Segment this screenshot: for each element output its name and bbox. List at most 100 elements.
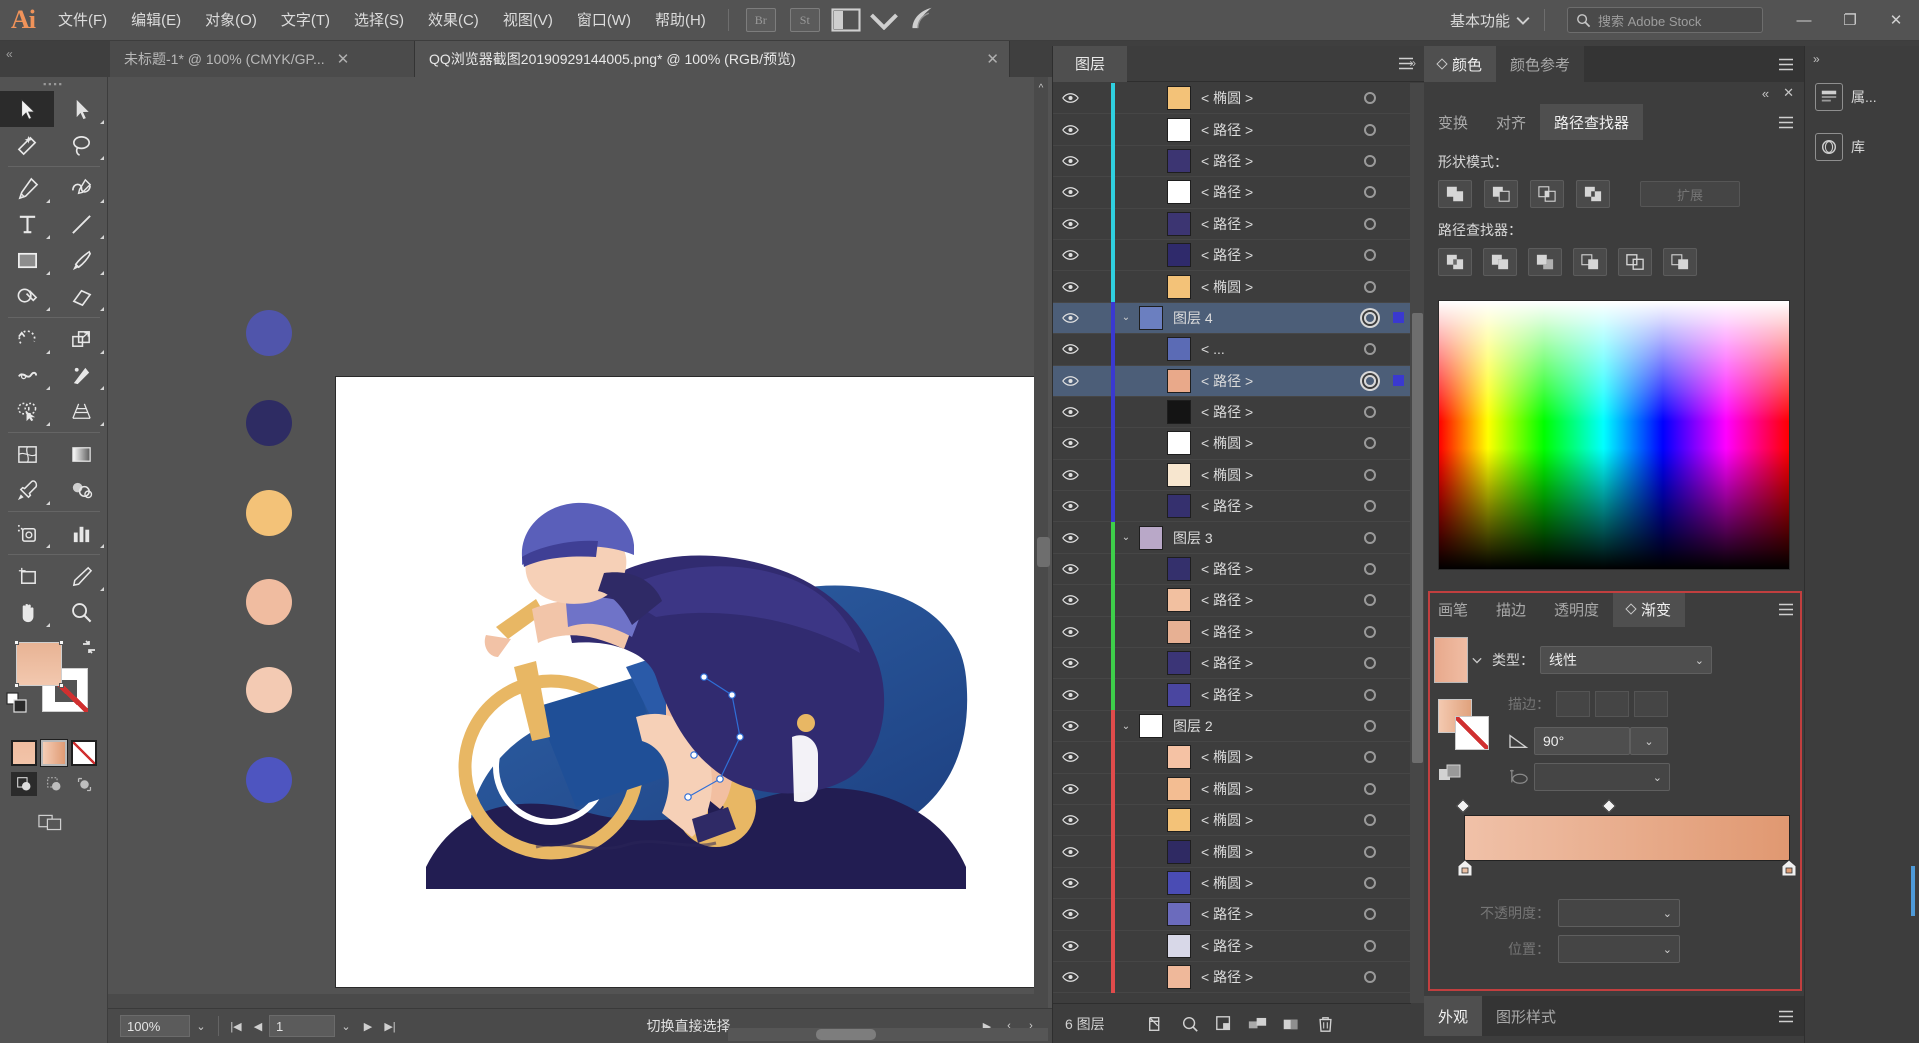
gradient-slider[interactable] bbox=[1455, 798, 1817, 877]
gradient-panel-menu-icon[interactable] bbox=[1778, 603, 1794, 616]
layer-target-indicator[interactable] bbox=[1355, 908, 1385, 921]
layer-name[interactable]: < 路径 > bbox=[1191, 182, 1355, 202]
layers-scrollbar-thumb[interactable] bbox=[1412, 313, 1423, 763]
menu-object[interactable]: 对象(O) bbox=[193, 0, 269, 41]
rotate-tool[interactable] bbox=[0, 321, 54, 357]
color-panel-menu-icon[interactable] bbox=[1778, 58, 1794, 71]
chevron-down-icon[interactable] bbox=[869, 7, 899, 33]
layer-row[interactable]: < 椭圆 > bbox=[1053, 270, 1411, 303]
layer-visibility-toggle[interactable] bbox=[1053, 689, 1087, 701]
gradient-opacity-input[interactable]: ⌄ bbox=[1558, 899, 1680, 927]
layer-visibility-toggle[interactable] bbox=[1053, 281, 1087, 293]
color-spectrum-gradient[interactable] bbox=[1439, 301, 1789, 569]
tab-brushes[interactable]: 画笔 bbox=[1424, 591, 1483, 627]
layer-name[interactable]: < ... bbox=[1191, 341, 1355, 357]
gradient-aspect-input[interactable]: ⌄ bbox=[1534, 763, 1670, 791]
layer-name[interactable]: < 路径 > bbox=[1191, 622, 1355, 642]
unite-icon[interactable] bbox=[1438, 180, 1472, 208]
layer-visibility-toggle[interactable] bbox=[1053, 626, 1087, 638]
document-tab-1-close-icon[interactable]: ✕ bbox=[337, 50, 350, 68]
panel-collapse-icon[interactable]: « bbox=[1762, 86, 1769, 101]
layer-target-indicator[interactable] bbox=[1355, 186, 1385, 199]
layer-name[interactable]: 图层 3 bbox=[1163, 528, 1355, 548]
layers-collapse-icon[interactable]: » bbox=[1409, 56, 1416, 70]
layer-name[interactable]: < 椭圆 > bbox=[1191, 842, 1355, 862]
layer-name[interactable]: < 路径 > bbox=[1191, 590, 1355, 610]
layer-target-indicator[interactable] bbox=[1355, 311, 1385, 324]
artboard-tool[interactable] bbox=[0, 558, 54, 594]
layer-visibility-toggle[interactable] bbox=[1053, 155, 1087, 167]
dock-item-properties[interactable]: 属... bbox=[1805, 72, 1919, 122]
first-page-icon[interactable]: |◀ bbox=[225, 1015, 247, 1037]
color-mode-gradient[interactable] bbox=[40, 739, 68, 767]
create-sublayer-icon[interactable] bbox=[1241, 1009, 1275, 1039]
make-clipping-mask-icon[interactable] bbox=[1207, 1009, 1241, 1039]
layer-visibility-toggle[interactable] bbox=[1053, 594, 1087, 606]
layer-row[interactable]: < 路径 > bbox=[1053, 113, 1411, 146]
menu-edit[interactable]: 编辑(E) bbox=[119, 0, 193, 41]
menu-view[interactable]: 视图(V) bbox=[491, 0, 565, 41]
layer-row[interactable]: < 路径 > bbox=[1053, 898, 1411, 931]
lasso-tool[interactable] bbox=[54, 127, 108, 163]
layer-row[interactable]: < 椭圆 > bbox=[1053, 427, 1411, 460]
layer-visibility-toggle[interactable] bbox=[1053, 406, 1087, 418]
locate-object-icon[interactable] bbox=[1139, 1009, 1173, 1039]
selection-tool[interactable] bbox=[0, 91, 54, 127]
fill-color-swatch[interactable] bbox=[14, 640, 64, 688]
layer-name[interactable]: < 路径 > bbox=[1191, 245, 1355, 265]
exclude-icon[interactable] bbox=[1576, 180, 1610, 208]
scroll-up-icon[interactable]: ^ bbox=[1036, 83, 1046, 97]
layer-target-indicator[interactable] bbox=[1355, 437, 1385, 450]
zoom-tool[interactable] bbox=[54, 594, 108, 630]
layers-scrollbar[interactable] bbox=[1410, 83, 1424, 1003]
curvature-tool[interactable] bbox=[54, 170, 108, 206]
layer-target-indicator[interactable] bbox=[1355, 971, 1385, 984]
artwork-swatch-dot[interactable] bbox=[246, 310, 292, 356]
tab-appearance[interactable]: 外观 bbox=[1424, 996, 1483, 1036]
layer-visibility-toggle[interactable] bbox=[1053, 563, 1087, 575]
default-fill-stroke-icon[interactable] bbox=[6, 692, 28, 714]
column-graph-tool[interactable] bbox=[54, 515, 108, 551]
layer-target-indicator[interactable] bbox=[1355, 939, 1385, 952]
layer-name[interactable]: < 路径 > bbox=[1191, 151, 1355, 171]
crop-icon[interactable] bbox=[1573, 248, 1607, 276]
tab-stroke[interactable]: 描边 bbox=[1482, 591, 1541, 627]
artwork-swatch-dot[interactable] bbox=[246, 667, 292, 713]
gradient-stroke-proxy[interactable] bbox=[1455, 716, 1489, 750]
layer-name[interactable]: < 路径 > bbox=[1191, 936, 1355, 956]
layer-name[interactable]: < 路径 > bbox=[1191, 371, 1355, 391]
panel-collapse-left-icon[interactable]: « bbox=[6, 47, 13, 61]
layer-visibility-toggle[interactable] bbox=[1053, 500, 1087, 512]
document-tab-2[interactable]: QQ浏览器截图20190929144005.png* @ 100% (RGB/预… bbox=[415, 41, 1010, 77]
delete-layer-icon[interactable] bbox=[1309, 1009, 1343, 1039]
layer-name[interactable]: 图层 4 bbox=[1163, 308, 1355, 328]
layer-row[interactable]: < 路径 > bbox=[1053, 930, 1411, 962]
layer-name[interactable]: < 路径 > bbox=[1191, 967, 1355, 987]
tab-pathfinder[interactable]: 路径查找器 bbox=[1540, 104, 1644, 140]
artboard-dropdown-chevron-down-icon[interactable]: ⌄ bbox=[335, 1015, 357, 1037]
layer-target-indicator[interactable] bbox=[1355, 751, 1385, 764]
layer-name[interactable]: < 路径 > bbox=[1191, 120, 1355, 140]
magic-wand-tool[interactable] bbox=[0, 127, 54, 163]
layer-name[interactable]: < 路径 > bbox=[1191, 904, 1355, 924]
artwork-swatch-dot[interactable] bbox=[246, 579, 292, 625]
draw-normal-icon[interactable] bbox=[11, 772, 37, 796]
layer-visibility-toggle[interactable] bbox=[1053, 92, 1087, 104]
stock-search-input[interactable]: 搜索 Adobe Stock bbox=[1567, 7, 1763, 33]
eyedropper-tool[interactable] bbox=[0, 472, 54, 508]
layer-visibility-toggle[interactable] bbox=[1053, 971, 1087, 983]
pen-tool[interactable] bbox=[0, 170, 54, 206]
layer-visibility-toggle[interactable] bbox=[1053, 343, 1087, 355]
menu-window[interactable]: 窗口(W) bbox=[565, 0, 643, 41]
layer-target-indicator[interactable] bbox=[1355, 280, 1385, 293]
shaper-tool[interactable] bbox=[0, 278, 54, 314]
slice-tool[interactable] bbox=[54, 558, 108, 594]
layer-target-indicator[interactable] bbox=[1355, 563, 1385, 576]
layer-visibility-toggle[interactable] bbox=[1053, 218, 1087, 230]
layer-row[interactable]: < 椭圆 > bbox=[1053, 773, 1411, 805]
layer-target-indicator[interactable] bbox=[1355, 657, 1385, 670]
gradient-angle-dropdown[interactable]: ⌄ bbox=[1630, 727, 1668, 755]
symbol-sprayer-tool[interactable] bbox=[0, 515, 54, 551]
layer-row[interactable]: < 路径 > bbox=[1053, 176, 1411, 209]
layer-row[interactable]: ⌄ 图层 2 bbox=[1053, 710, 1411, 743]
